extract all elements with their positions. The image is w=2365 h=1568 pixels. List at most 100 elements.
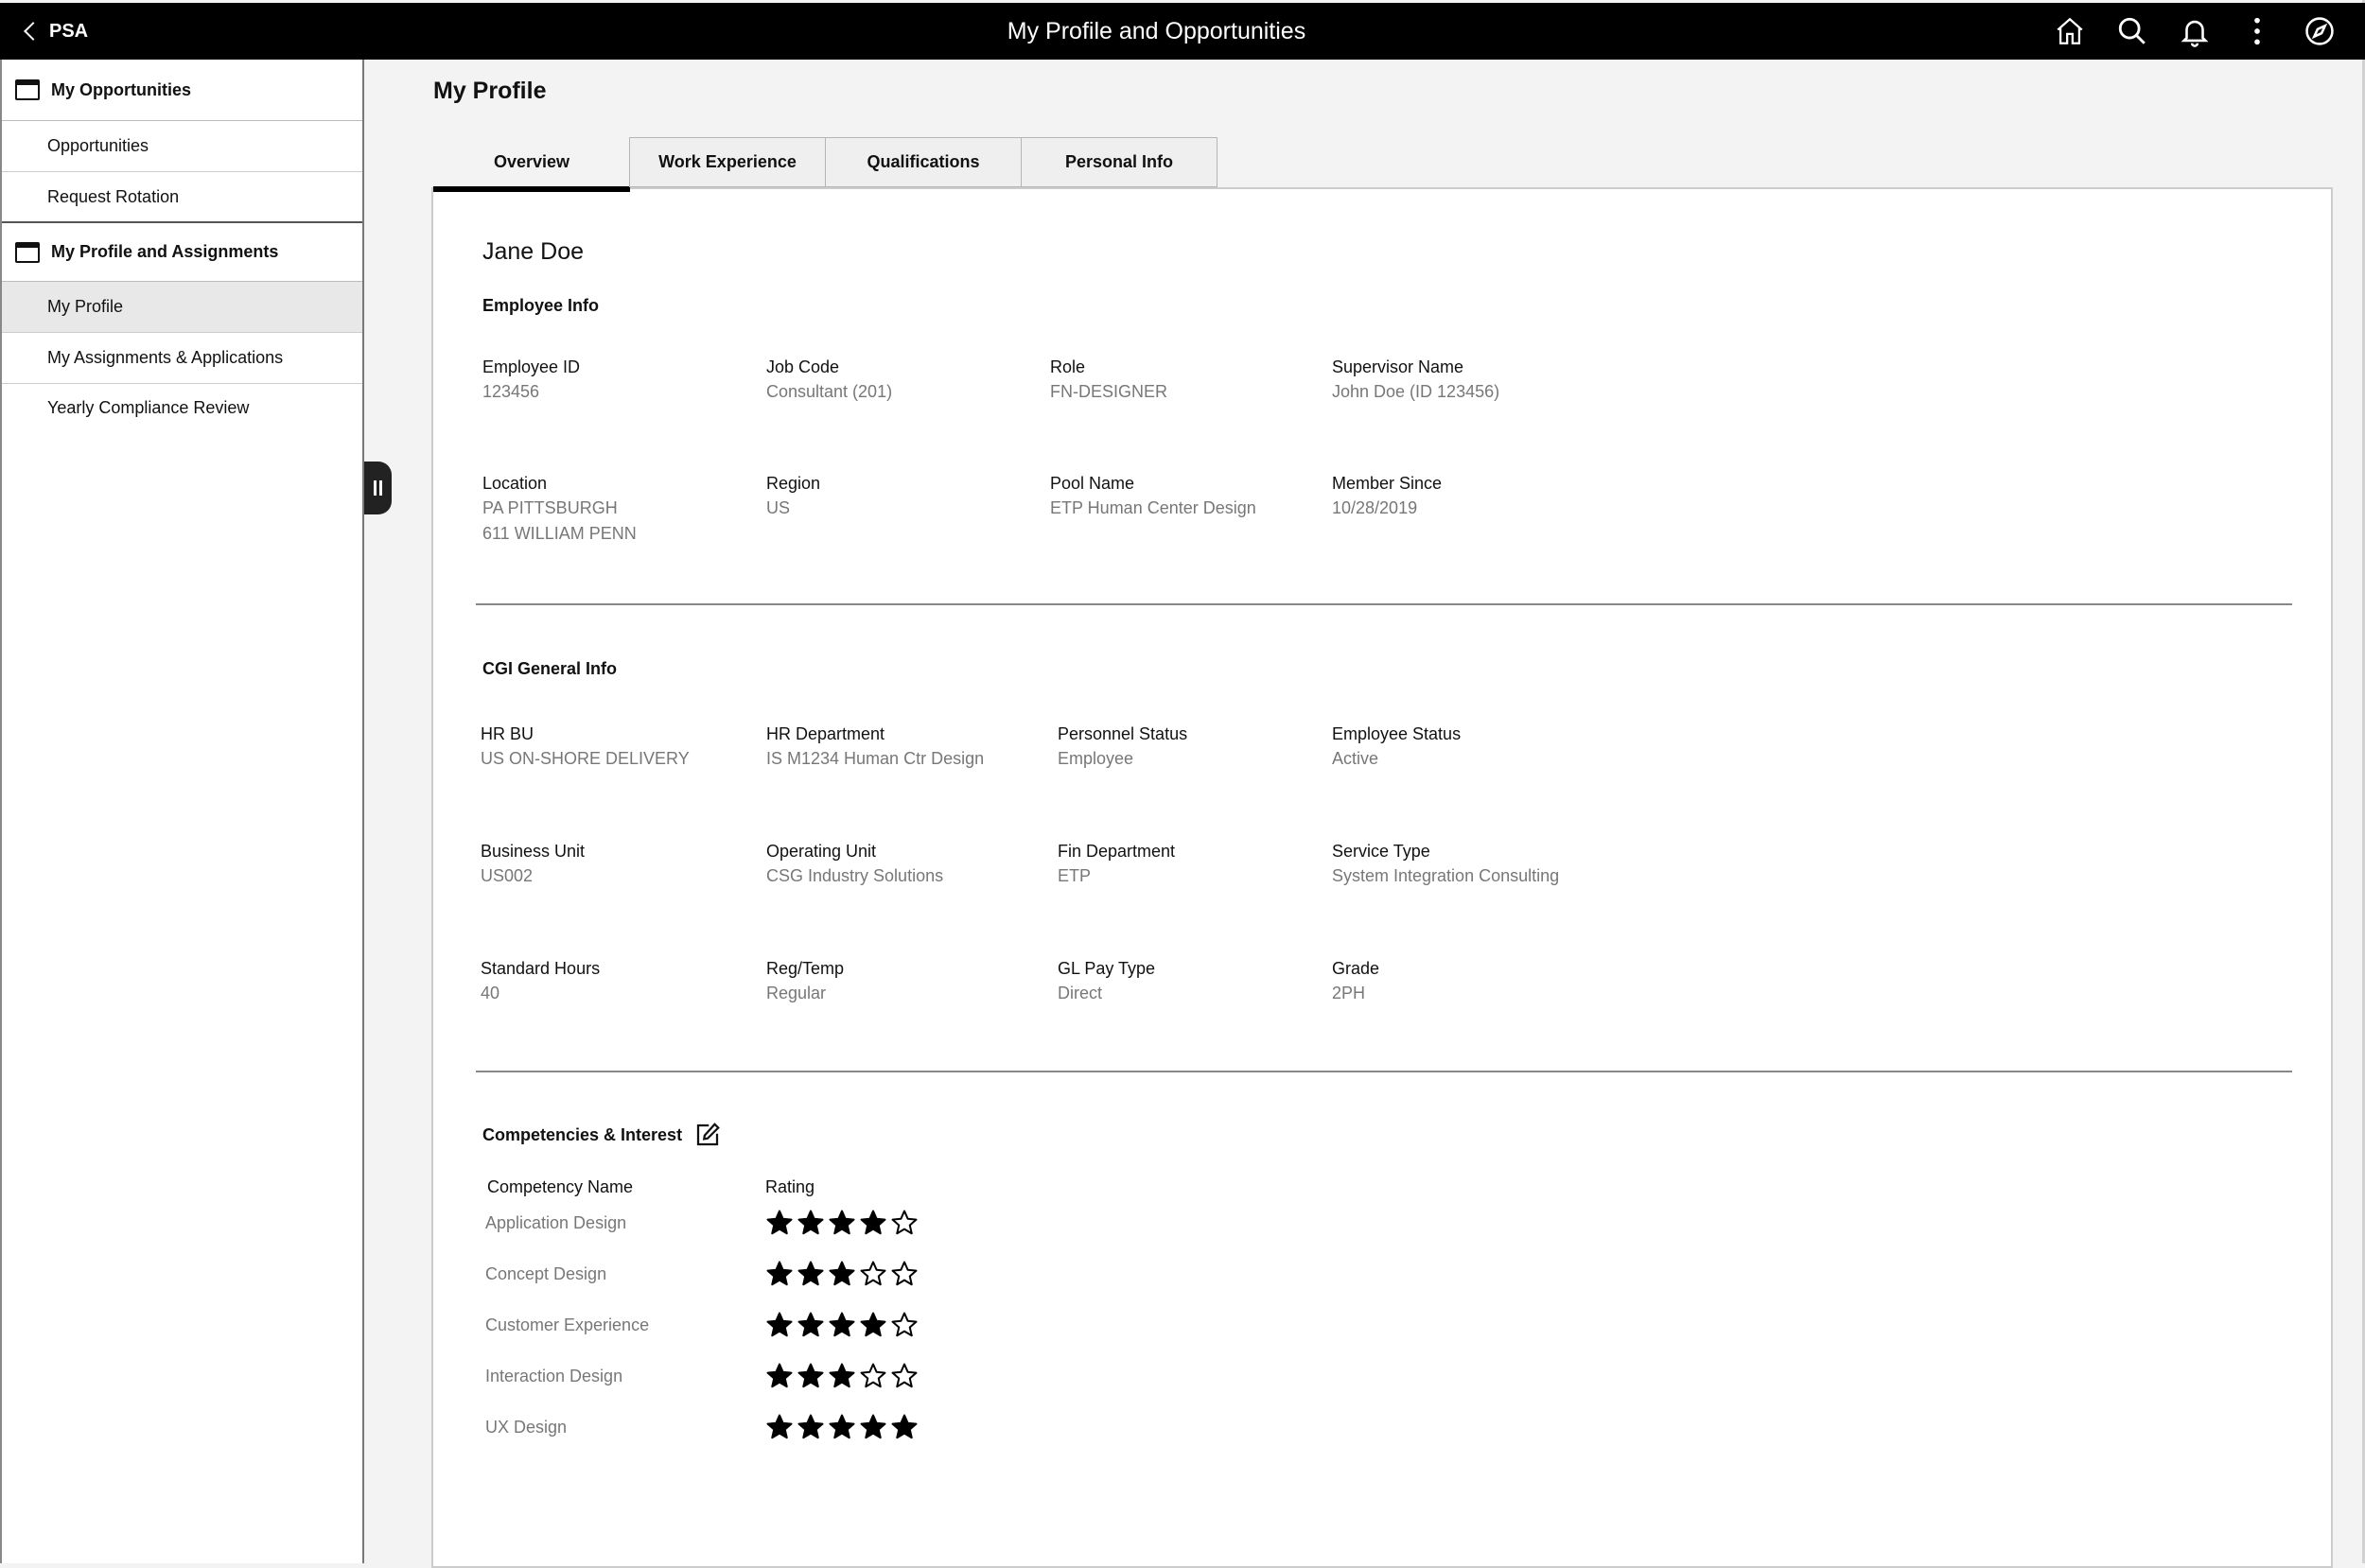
star-rating[interactable]: [765, 1311, 919, 1339]
star-filled-icon[interactable]: [797, 1413, 825, 1441]
field-value: US ON-SHORE DELIVERY: [481, 749, 690, 768]
field-label: Supervisor Name: [1332, 357, 1464, 376]
sidebar: My Opportunities Opportunities Request R…: [0, 60, 364, 1563]
star-outline-icon[interactable]: [859, 1362, 887, 1390]
field-value: Active: [1332, 749, 1379, 768]
app-title: My Profile and Opportunities: [1007, 18, 1306, 44]
field-value: CSG Industry Solutions: [766, 866, 944, 885]
star-filled-icon[interactable]: [765, 1413, 794, 1441]
tab-work-experience[interactable]: Work Experience: [629, 137, 826, 187]
field-label: HR Department: [766, 724, 885, 743]
star-rating[interactable]: [765, 1260, 919, 1288]
employee-info-field: Member Since 10/28/2019: [1332, 471, 1606, 521]
sidebar-group-my-opportunities[interactable]: My Opportunities: [2, 60, 362, 121]
field-label: HR BU: [481, 724, 534, 743]
star-outline-icon[interactable]: [890, 1260, 919, 1288]
general-info-field: HR BU US ON-SHORE DELIVERY: [481, 722, 755, 772]
general-info-field: Operating Unit CSG Industry Solutions: [766, 839, 1041, 889]
star-filled-icon[interactable]: [828, 1362, 856, 1390]
field-value: Employee: [1058, 749, 1134, 768]
field-label: Grade: [1332, 959, 1380, 978]
general-info-field: Fin Department ETP: [1058, 839, 1332, 889]
field-label: Personnel Status: [1058, 724, 1188, 743]
field-label: Service Type: [1332, 842, 1430, 861]
sidebar-group-label: My Opportunities: [51, 79, 191, 99]
profile-card: Jane Doe Employee Info Employee ID 123456…: [431, 187, 2333, 1568]
tab-personal-info[interactable]: Personal Info: [1021, 137, 1218, 187]
star-filled-icon[interactable]: [797, 1311, 825, 1339]
field-label: GL Pay Type: [1058, 959, 1156, 978]
sidebar-group-my-profile-and-assignments[interactable]: My Profile and Assignments: [2, 223, 362, 282]
general-info-field: Standard Hours 40: [481, 956, 755, 1006]
field-label: Reg/Temp: [766, 959, 845, 978]
sidebar-item-opportunities[interactable]: Opportunities: [2, 121, 362, 172]
star-filled-icon[interactable]: [797, 1260, 825, 1288]
star-outline-icon[interactable]: [890, 1311, 919, 1339]
star-rating[interactable]: [765, 1362, 919, 1390]
star-filled-icon[interactable]: [828, 1260, 856, 1288]
field-value: 40: [481, 984, 500, 1002]
star-filled-icon[interactable]: [828, 1209, 856, 1237]
employee-info-field: Region US: [766, 471, 1041, 521]
competency-row: Application Design: [485, 1197, 1053, 1248]
star-rating[interactable]: [765, 1209, 919, 1237]
star-filled-icon[interactable]: [859, 1311, 887, 1339]
field-label: Employee ID: [482, 357, 581, 376]
star-outline-icon[interactable]: [859, 1260, 887, 1288]
search-icon[interactable]: [2115, 14, 2149, 48]
window-icon: [15, 241, 40, 263]
tab-qualifications[interactable]: Qualifications: [825, 137, 1022, 187]
section-divider: [476, 1071, 2292, 1072]
top-bar: PSA My Profile and Opportunities: [0, 3, 2365, 60]
competency-row: Concept Design: [485, 1248, 1053, 1299]
competency-row: UX Design: [485, 1402, 1053, 1453]
field-value: Regular: [766, 984, 827, 1002]
field-value: FN-DESIGNER: [1050, 382, 1168, 401]
field-label: Fin Department: [1058, 842, 1176, 861]
sidebar-collapse-handle[interactable]: [364, 462, 392, 514]
star-filled-icon[interactable]: [765, 1362, 794, 1390]
star-filled-icon[interactable]: [828, 1311, 856, 1339]
employee-info-field: Job Code Consultant (201): [766, 355, 1041, 405]
employee-info-field: Employee ID 123456: [482, 355, 757, 405]
home-icon[interactable]: [2053, 14, 2087, 48]
star-filled-icon[interactable]: [859, 1209, 887, 1237]
sidebar-item-request-rotation[interactable]: Request Rotation: [2, 172, 362, 223]
star-outline-icon[interactable]: [890, 1362, 919, 1390]
star-filled-icon[interactable]: [765, 1260, 794, 1288]
general-info-field: Employee Status Active: [1332, 722, 1606, 772]
star-filled-icon[interactable]: [859, 1413, 887, 1441]
window-icon: [15, 79, 40, 100]
sidebar-item-yearly-compliance-review[interactable]: Yearly Compliance Review: [2, 384, 362, 431]
sidebar-item-my-profile[interactable]: My Profile: [2, 282, 362, 333]
profile-tabs: Overview Work Experience Qualifications …: [433, 137, 1218, 192]
competencies-title: Competencies & Interest: [482, 1124, 683, 1144]
employee-info-title: Employee Info: [482, 296, 600, 315]
field-value: US002: [481, 866, 534, 885]
star-filled-icon[interactable]: [890, 1413, 919, 1441]
tab-overview[interactable]: Overview: [433, 137, 630, 192]
field-value: Direct: [1058, 984, 1103, 1002]
star-filled-icon[interactable]: [765, 1311, 794, 1339]
field-value: IS M1234 Human Ctr Design: [766, 749, 985, 768]
star-outline-icon[interactable]: [890, 1209, 919, 1237]
field-label: Pool Name: [1050, 474, 1135, 493]
star-rating[interactable]: [765, 1413, 919, 1441]
bell-icon[interactable]: [2178, 14, 2212, 48]
sidebar-item-my-assignments[interactable]: My Assignments & Applications: [2, 333, 362, 384]
field-label: Member Since: [1332, 474, 1443, 493]
field-value: ETP: [1058, 866, 1092, 885]
more-vertical-icon[interactable]: [2240, 14, 2274, 48]
star-filled-icon[interactable]: [828, 1413, 856, 1441]
field-label: Region: [766, 474, 821, 493]
field-label: Business Unit: [481, 842, 586, 861]
compass-icon[interactable]: [2303, 14, 2337, 48]
star-filled-icon[interactable]: [765, 1209, 794, 1237]
general-info-field: Personnel Status Employee: [1058, 722, 1332, 772]
field-label: Job Code: [766, 357, 840, 376]
field-value: Consultant (201): [766, 382, 893, 401]
star-filled-icon[interactable]: [797, 1209, 825, 1237]
star-filled-icon[interactable]: [797, 1362, 825, 1390]
field-value: 123456: [482, 382, 540, 401]
edit-icon[interactable]: [693, 1121, 722, 1149]
